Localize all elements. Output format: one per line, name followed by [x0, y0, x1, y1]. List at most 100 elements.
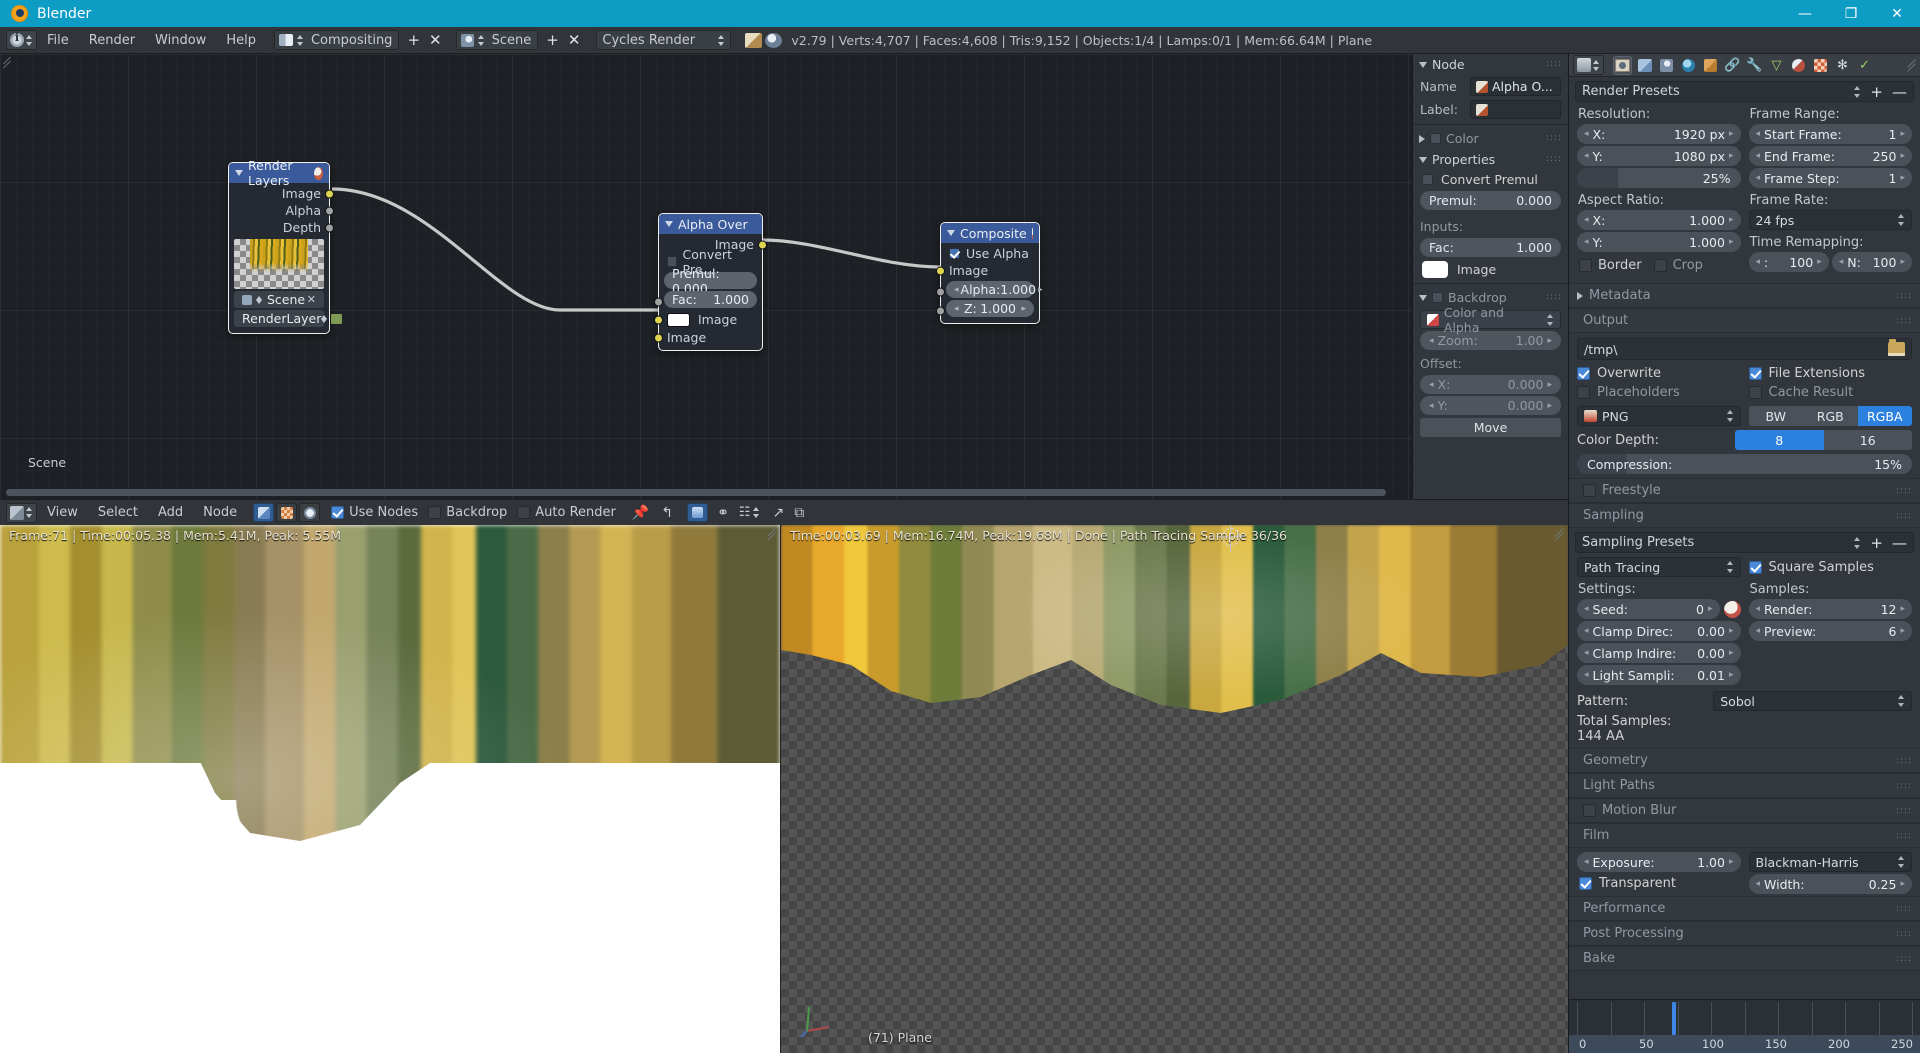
node-editor-canvas[interactable]: Render Layers Image Alpha Depth Scene ✕ …	[0, 54, 1412, 499]
editor-type-selector-node[interactable]	[6, 502, 37, 523]
clamp-indirect-field[interactable]: ◂ Clamp Indire: 0.00 ▸	[1577, 643, 1741, 663]
screen-layout-selector[interactable]: Compositing	[273, 30, 400, 50]
increment-icon[interactable]: ▸	[1729, 670, 1734, 680]
color-mode-rgba[interactable]: RGBA	[1857, 406, 1912, 426]
collapse-triangle-icon[interactable]	[665, 221, 673, 227]
overwrite-row[interactable]: Overwrite	[1577, 366, 1741, 381]
transparent-checkbox[interactable]	[1579, 877, 1592, 890]
increment-icon[interactable]: ▸	[1729, 129, 1734, 139]
increment-icon[interactable]: ▸	[1900, 129, 1905, 139]
minimize-button[interactable]: —	[1782, 0, 1828, 27]
area-corner-widget[interactable]	[2, 56, 16, 70]
integrator-selector[interactable]: Path Tracing	[1577, 557, 1741, 577]
scene-datablock-field[interactable]: Scene ✕	[234, 291, 324, 308]
node-header[interactable]: Alpha Over	[659, 214, 762, 234]
increment-icon[interactable]: ▸	[1547, 380, 1552, 390]
aspect-x-field[interactable]: ◂ X: 1.000 ▸	[1577, 210, 1741, 230]
exposure-field[interactable]: ◂ Exposure: 1.00 ▸	[1577, 852, 1741, 872]
backdrop-offset-x-field[interactable]: ◂ X: 0.000 ▸	[1420, 375, 1561, 394]
decrement-icon[interactable]: ◂	[1584, 670, 1589, 680]
light-paths-panel-header[interactable]: Light Paths ::::	[1569, 773, 1920, 798]
z-input-row[interactable]: Z: 1.000	[936, 300, 1039, 317]
area-corner-widget[interactable]	[1906, 59, 1918, 71]
compositing-nodes-toggle[interactable]	[299, 503, 321, 522]
clear-scene-icon[interactable]: ✕	[307, 293, 316, 306]
backdrop-move-button[interactable]: Move	[1420, 418, 1561, 437]
menu-window[interactable]: Window	[145, 27, 216, 54]
tab-texture-icon[interactable]	[1811, 56, 1830, 75]
convert-premul-row[interactable]: Convert Premul	[1413, 170, 1568, 189]
image-input-row[interactable]: Image	[936, 262, 1039, 279]
node-render-layers[interactable]: Render Layers Image Alpha Depth Scene ✕ …	[228, 158, 343, 334]
snap-element-icon[interactable]: ☷	[739, 505, 751, 520]
image-color-swatch[interactable]	[1422, 261, 1448, 278]
node-editor-horizontal-scrollbar[interactable]	[6, 489, 1386, 496]
add-screen-layout-button[interactable]: +	[407, 31, 420, 49]
node-menu-add[interactable]: Add	[148, 500, 193, 526]
render-samples-field[interactable]: ◂ Render: 12 ▸	[1748, 599, 1912, 619]
close-button[interactable]: ✕	[1874, 0, 1920, 27]
add-scene-button[interactable]: +	[546, 31, 559, 49]
color-section-header[interactable]: Color ::::	[1413, 128, 1568, 149]
clamp-direct-field[interactable]: ◂ Clamp Direc: 0.00 ▸	[1577, 621, 1741, 641]
chevron-updown-icon[interactable]	[1854, 536, 1861, 549]
tab-physics-icon[interactable]: ✓	[1855, 56, 1874, 75]
tab-particles-icon[interactable]: ✻	[1833, 56, 1852, 75]
pattern-selector[interactable]: Sobol	[1713, 691, 1912, 711]
chevron-updown-icon[interactable]	[1854, 85, 1861, 98]
socket-alpha-output[interactable]	[325, 206, 334, 215]
remap-old-field[interactable]: ◂ : 100 ▸	[1748, 252, 1829, 272]
increment-icon[interactable]: ▸	[1900, 879, 1905, 889]
socket-alpha-input[interactable]	[936, 287, 945, 297]
cache-result-checkbox[interactable]	[1748, 386, 1762, 399]
file-extensions-row[interactable]: File Extensions	[1748, 366, 1913, 381]
menu-render[interactable]: Render	[79, 27, 145, 54]
render-engine-selector[interactable]: Cycles Render	[596, 30, 732, 50]
collapse-triangle-icon[interactable]	[235, 170, 243, 176]
tab-render-icon[interactable]	[1613, 55, 1632, 75]
socket-image-output[interactable]	[325, 189, 334, 198]
fac-field[interactable]: Fac: 1.000	[664, 291, 757, 308]
increment-icon[interactable]: ▸	[1729, 237, 1734, 247]
remove-sampling-preset-button[interactable]: —	[1892, 534, 1907, 552]
seed-field[interactable]: ◂ Seed: 0 ▸	[1577, 599, 1720, 619]
remap-new-field[interactable]: ◂ N: 100 ▸	[1831, 252, 1912, 272]
backdrop-enable-checkbox[interactable]	[1432, 292, 1443, 303]
premul-slider[interactable]: Premul: 0.000	[1420, 191, 1561, 210]
properties-section-header[interactable]: Properties ::::	[1413, 149, 1568, 170]
timeline-playhead[interactable]	[1672, 1002, 1677, 1035]
increment-icon[interactable]: ▸	[1900, 604, 1905, 614]
timeline-editor[interactable]: 0 50 100 150 200 250	[1568, 999, 1920, 1053]
maximize-button[interactable]: ❐	[1828, 0, 1874, 27]
increment-icon[interactable]: ▸	[1729, 626, 1734, 636]
use-nodes-checkbox[interactable]	[331, 506, 345, 519]
tab-constraints-icon[interactable]: 🔗	[1723, 56, 1742, 75]
output-panel-header[interactable]: Output ::::	[1569, 308, 1920, 333]
shader-nodes-toggle[interactable]	[253, 503, 275, 522]
snap-toggle[interactable]	[687, 503, 709, 522]
node-label-input[interactable]	[1470, 100, 1561, 119]
bake-panel-header[interactable]: Bake ::::	[1569, 946, 1920, 971]
decrement-icon[interactable]: ◂	[1584, 151, 1589, 161]
collapse-triangle-icon[interactable]	[947, 230, 955, 236]
geometry-panel-header[interactable]: Geometry ::::	[1569, 748, 1920, 773]
placeholders-row[interactable]: Placeholders	[1577, 385, 1741, 400]
image-input-row[interactable]: Image	[1413, 259, 1568, 280]
area-corner-widget[interactable]	[766, 528, 778, 540]
overwrite-checkbox[interactable]	[1577, 367, 1590, 380]
decrement-icon[interactable]: ◂	[1429, 380, 1434, 390]
post-processing-panel-header[interactable]: Post Processing ::::	[1569, 921, 1920, 946]
square-samples-row[interactable]: Square Samples	[1748, 557, 1913, 577]
compression-slider[interactable]: Compression: 15%	[1577, 454, 1912, 474]
decrement-icon[interactable]: ◂	[1584, 237, 1589, 247]
proportional-edit-icon[interactable]: ↗	[772, 505, 784, 521]
add-sampling-preset-button[interactable]: +	[1870, 534, 1883, 552]
sampling-panel-header[interactable]: Sampling ::::	[1569, 503, 1920, 528]
decrement-icon[interactable]: ◂	[1756, 257, 1761, 267]
color-mode-rgb[interactable]: RGB	[1803, 406, 1858, 426]
node-header[interactable]: Composite	[941, 223, 1039, 243]
area-corner-widget[interactable]	[1554, 528, 1566, 540]
preview-samples-field[interactable]: ◂ Preview: 6 ▸	[1748, 621, 1912, 641]
tab-object-icon[interactable]	[1701, 56, 1720, 75]
resolution-y-field[interactable]: ◂ Y: 1080 px ▸	[1577, 146, 1741, 166]
